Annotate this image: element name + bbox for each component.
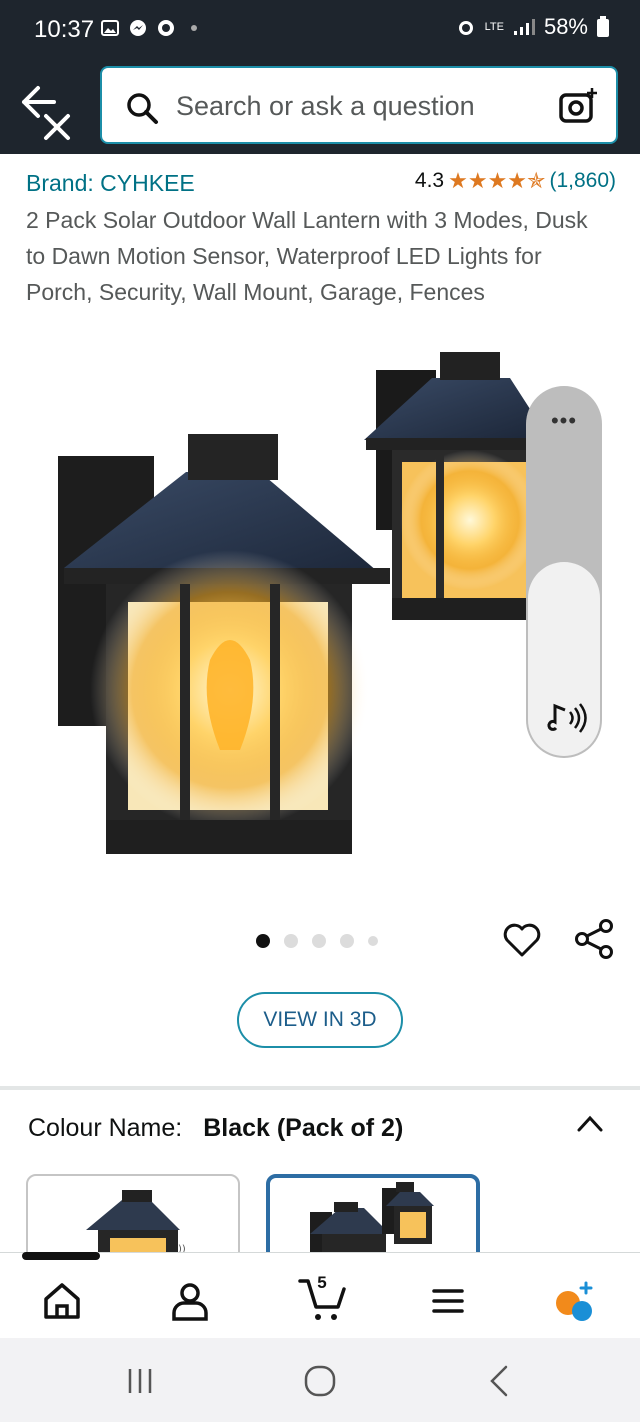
status-bar: 10:37 LTE 58% [0, 0, 640, 60]
wishlist-heart-icon[interactable] [502, 920, 542, 960]
carousel-dot[interactable] [312, 934, 326, 948]
back-close-icon[interactable] [18, 82, 78, 142]
carousel-dot[interactable] [256, 934, 270, 948]
menu-icon[interactable] [426, 1279, 470, 1323]
cart-count-badge: 5 [317, 1273, 327, 1292]
search-input[interactable] [176, 84, 546, 128]
more-options-icon[interactable]: ••• [526, 408, 602, 434]
variation-swatch-selected[interactable] [266, 1174, 480, 1264]
variation-row: Colour Name: Black (Pack of 2) [28, 1114, 403, 1143]
lantern-front [58, 434, 390, 854]
recent-apps-icon[interactable] [120, 1364, 160, 1398]
camera-icon[interactable] [558, 86, 598, 126]
swatch-two-lanterns-image [310, 1182, 434, 1260]
cart-button[interactable]: 5 [296, 1273, 348, 1325]
sound-icon[interactable] [542, 698, 588, 738]
header [0, 60, 640, 154]
network-type: LTE [484, 21, 504, 33]
product-image[interactable] [40, 340, 600, 910]
view-in-3d-button[interactable]: VIEW IN 3D [237, 992, 403, 1048]
brand-link[interactable]: Brand: CYHKEE [26, 170, 195, 197]
variation-value: Black (Pack of 2) [203, 1114, 404, 1142]
system-home-icon[interactable] [300, 1364, 340, 1398]
mini-player-bar [22, 1252, 100, 1260]
review-count[interactable]: (1,860) [549, 169, 616, 193]
floating-handle[interactable] [528, 562, 600, 756]
chevron-up-icon[interactable] [574, 1110, 606, 1136]
dot-icon [191, 25, 197, 31]
messenger-icon [130, 20, 146, 36]
home-icon[interactable] [40, 1279, 84, 1323]
gallery-icon [101, 20, 119, 36]
rufus-icon[interactable] [552, 1279, 596, 1323]
system-back-icon[interactable] [480, 1364, 520, 1398]
carousel-dot[interactable] [340, 934, 354, 948]
carousel-indicator [256, 934, 378, 948]
rating-value: 4.3 [414, 169, 445, 192]
status-time: 10:37 [34, 16, 95, 43]
variation-label: Colour Name: [28, 1114, 183, 1142]
chat-icon [158, 20, 174, 36]
carousel-dot[interactable] [284, 934, 298, 948]
search-icon [127, 93, 158, 124]
alarm-icon [458, 21, 473, 35]
share-icon[interactable] [574, 918, 614, 960]
variation-swatch[interactable]: )) [26, 1174, 240, 1264]
floating-sound-control[interactable]: ••• [526, 386, 602, 758]
signal-icon [513, 19, 535, 35]
carousel-dot[interactable] [368, 936, 378, 946]
bottom-navigation: 5 [0, 1252, 640, 1338]
product-title: 2 Pack Solar Outdoor Wall Lantern with 3… [26, 207, 588, 305]
swatch-single-lantern-image: )) [86, 1190, 186, 1262]
status-right: LTE 58% [455, 14, 610, 40]
battery-percent: 58% [543, 14, 588, 39]
search-bar[interactable] [100, 66, 618, 144]
star-rating-icon: ★★★★✯ [448, 168, 546, 193]
battery-icon [597, 16, 609, 37]
section-divider [0, 1086, 640, 1090]
notification-icons [100, 18, 204, 38]
system-navigation [0, 1338, 640, 1422]
rating-summary[interactable]: 4.3 ★★★★✯ (1,860) [415, 168, 616, 194]
account-icon[interactable] [168, 1279, 212, 1323]
